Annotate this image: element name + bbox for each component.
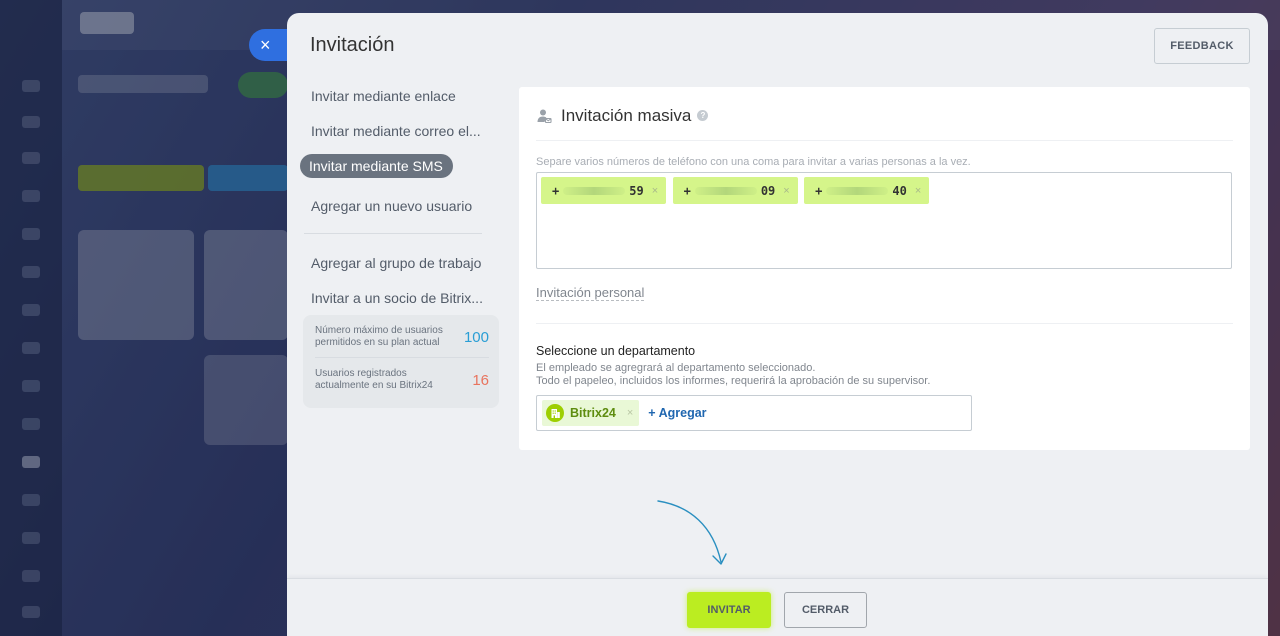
personal-invitation-link[interactable]: Invitación personal xyxy=(536,285,645,301)
stat-label: Número máximo de usuarios permitidos en … xyxy=(315,325,443,348)
close-icon: × xyxy=(260,35,271,55)
phone-tag: + 40 × xyxy=(804,177,930,204)
person-plus-icon xyxy=(537,109,552,123)
help-icon[interactable]: ? xyxy=(697,110,709,121)
redacted-digits xyxy=(826,186,889,195)
phone-suffix: 09 xyxy=(760,183,776,198)
slider-footer: INVITAR CERRAR xyxy=(287,578,1268,636)
department-desc-line: Todo el papeleo, incluidos los informes,… xyxy=(536,375,931,387)
building-icon xyxy=(546,404,564,422)
phone-tag: + 59 × xyxy=(541,177,667,204)
department-selector[interactable]: Bitrix24 × + Agregar xyxy=(536,395,972,431)
invite-method-menu: Invitar mediante enlace Invitar mediante… xyxy=(300,87,501,324)
remove-tag-icon[interactable]: × xyxy=(915,185,921,197)
menu-item-invite-email[interactable]: Invitar mediante correo el... xyxy=(301,122,501,157)
menu-item-add-user[interactable]: Agregar un nuevo usuario xyxy=(301,197,501,232)
menu-item-invite-link[interactable]: Invitar mediante enlace xyxy=(301,87,501,122)
phone-prefix: + xyxy=(683,183,691,198)
remove-tag-icon[interactable]: × xyxy=(783,185,789,197)
card-title: Invitación masiva xyxy=(561,105,692,125)
slider-close-button[interactable]: × xyxy=(249,29,289,61)
feedback-button[interactable]: FEEDBACK xyxy=(1154,28,1250,64)
cancel-button[interactable]: CERRAR xyxy=(784,592,867,628)
menu-divider xyxy=(304,233,482,234)
invite-button[interactable]: INVITAR xyxy=(687,592,771,628)
redacted-digits xyxy=(563,186,626,195)
invite-form-card: Invitación masiva ? Separe varios número… xyxy=(519,87,1250,450)
phones-hint: Separe varios números de teléfono con un… xyxy=(536,156,971,168)
remove-department-icon[interactable]: × xyxy=(627,407,633,419)
phone-suffix: 59 xyxy=(629,183,644,198)
department-title: Seleccione un departamento xyxy=(536,344,696,358)
department-description: El empleado se agregrará al departamento… xyxy=(536,362,1233,388)
department-desc-line: El empleado se agregrará al departamento… xyxy=(536,362,816,374)
stat-value-max-users: 100 xyxy=(463,328,489,346)
stat-label: Usuarios registrados actualmente en su B… xyxy=(315,368,433,391)
section-divider xyxy=(536,323,1233,324)
redacted-digits xyxy=(694,186,757,195)
department-name: Bitrix24 xyxy=(570,406,616,420)
invitation-slider: Invitación FEEDBACK Invitar mediante enl… xyxy=(287,13,1268,636)
phone-suffix: 40 xyxy=(892,183,907,198)
department-tag: Bitrix24 × xyxy=(542,400,640,426)
remove-tag-icon[interactable]: × xyxy=(652,185,658,197)
menu-item-add-to-workgroup[interactable]: Agregar al grupo de trabajo xyxy=(301,254,501,289)
phone-tag: + 09 × xyxy=(672,177,798,204)
user-limits-panel: Número máximo de usuarios permitidos en … xyxy=(303,315,499,408)
page-title: Invitación xyxy=(310,34,395,56)
phone-prefix: + xyxy=(552,183,560,198)
add-department-link[interactable]: + Agregar xyxy=(648,406,706,420)
stat-value-registered-users: 16 xyxy=(472,371,489,389)
stat-row-max-users: Número máximo de usuarios permitidos en … xyxy=(315,321,489,357)
phone-prefix: + xyxy=(815,183,823,198)
phone-numbers-input[interactable]: + 59 × + 09 × + 40 × xyxy=(536,172,1232,269)
menu-item-invite-sms[interactable]: Invitar mediante SMS xyxy=(300,154,453,178)
card-header: Invitación masiva ? xyxy=(536,87,1233,141)
stat-row-registered-users: Usuarios registrados actualmente en su B… xyxy=(315,357,489,400)
arrow-annotation-icon xyxy=(657,500,727,565)
